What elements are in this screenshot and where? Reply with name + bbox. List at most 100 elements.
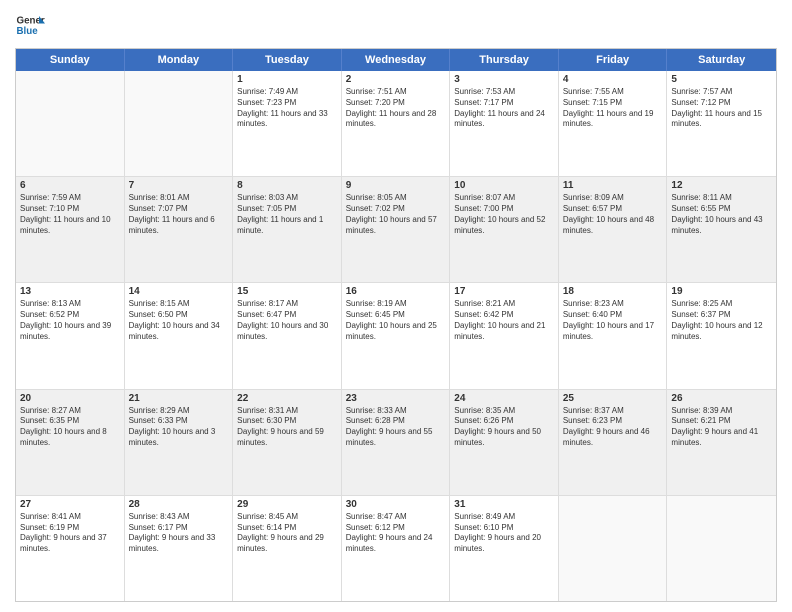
- day-number: 30: [346, 499, 446, 510]
- day-number: 22: [237, 393, 337, 404]
- day-number: 13: [20, 286, 120, 297]
- cell-info: Sunrise: 8:31 AM Sunset: 6:30 PM Dayligh…: [237, 406, 337, 449]
- cell-info: Sunrise: 8:39 AM Sunset: 6:21 PM Dayligh…: [671, 406, 772, 449]
- calendar-row-2: 13 Sunrise: 8:13 AM Sunset: 6:52 PM Dayli…: [16, 283, 776, 389]
- svg-text:Blue: Blue: [17, 26, 39, 37]
- day-number: 19: [671, 286, 772, 297]
- weekday-header-tuesday: Tuesday: [233, 49, 342, 71]
- calendar-cell: 20 Sunrise: 8:27 AM Sunset: 6:35 PM Dayli…: [16, 390, 125, 495]
- calendar-cell: 3 Sunrise: 7:53 AM Sunset: 7:17 PM Daylig…: [450, 71, 559, 176]
- day-number: 4: [563, 74, 663, 85]
- day-number: 10: [454, 180, 554, 191]
- cell-info: Sunrise: 7:53 AM Sunset: 7:17 PM Dayligh…: [454, 87, 554, 130]
- calendar-cell: [559, 496, 668, 601]
- cell-info: Sunrise: 8:43 AM Sunset: 6:17 PM Dayligh…: [129, 512, 229, 555]
- calendar-row-1: 6Sunrise: 7:59 AM Sunset: 7:10 PM Daylig…: [16, 177, 776, 283]
- day-number: 16: [346, 286, 446, 297]
- cell-info: Sunrise: 8:27 AM Sunset: 6:35 PM Dayligh…: [20, 406, 120, 449]
- calendar-cell: 8Sunrise: 8:03 AM Sunset: 7:05 PM Daylig…: [233, 177, 342, 282]
- day-number: 9: [346, 180, 446, 191]
- day-number: 26: [671, 393, 772, 404]
- calendar-cell: 28 Sunrise: 8:43 AM Sunset: 6:17 PM Dayli…: [125, 496, 234, 601]
- cell-info: Sunrise: 8:47 AM Sunset: 6:12 PM Dayligh…: [346, 512, 446, 555]
- day-number: 24: [454, 393, 554, 404]
- day-number: 23: [346, 393, 446, 404]
- calendar-cell: 5 Sunrise: 7:57 AM Sunset: 7:12 PM Daylig…: [667, 71, 776, 176]
- weekday-header-friday: Friday: [559, 49, 668, 71]
- calendar-cell: 13 Sunrise: 8:13 AM Sunset: 6:52 PM Dayli…: [16, 283, 125, 388]
- calendar-cell: 17Sunrise: 8:21 AM Sunset: 6:42 PM Dayli…: [450, 283, 559, 388]
- day-number: 8: [237, 180, 337, 191]
- calendar-cell: [667, 496, 776, 601]
- calendar-cell: 9 Sunrise: 8:05 AM Sunset: 7:02 PM Daylig…: [342, 177, 451, 282]
- cell-info: Sunrise: 7:59 AM Sunset: 7:10 PM Dayligh…: [20, 193, 120, 236]
- calendar-cell: 6Sunrise: 7:59 AM Sunset: 7:10 PM Daylig…: [16, 177, 125, 282]
- day-number: 11: [563, 180, 663, 191]
- calendar-cell: [16, 71, 125, 176]
- cell-info: Sunrise: 8:37 AM Sunset: 6:23 PM Dayligh…: [563, 406, 663, 449]
- cell-info: Sunrise: 8:29 AM Sunset: 6:33 PM Dayligh…: [129, 406, 229, 449]
- header: General Blue: [15, 10, 777, 40]
- day-number: 29: [237, 499, 337, 510]
- cell-info: Sunrise: 7:51 AM Sunset: 7:20 PM Dayligh…: [346, 87, 446, 130]
- calendar-cell: 25 Sunrise: 8:37 AM Sunset: 6:23 PM Dayli…: [559, 390, 668, 495]
- calendar-cell: 22 Sunrise: 8:31 AM Sunset: 6:30 PM Dayli…: [233, 390, 342, 495]
- page: General Blue SundayMondayTuesdayWednesda…: [0, 0, 792, 612]
- day-number: 25: [563, 393, 663, 404]
- day-number: 20: [20, 393, 120, 404]
- calendar-cell: [125, 71, 234, 176]
- calendar-header: SundayMondayTuesdayWednesdayThursdayFrid…: [16, 49, 776, 71]
- calendar-cell: 18Sunrise: 8:23 AM Sunset: 6:40 PM Dayli…: [559, 283, 668, 388]
- day-number: 28: [129, 499, 229, 510]
- cell-info: Sunrise: 8:05 AM Sunset: 7:02 PM Dayligh…: [346, 193, 446, 236]
- calendar-row-0: 1Sunrise: 7:49 AM Sunset: 7:23 PM Daylig…: [16, 71, 776, 177]
- cell-info: Sunrise: 8:01 AM Sunset: 7:07 PM Dayligh…: [129, 193, 229, 236]
- day-number: 12: [671, 180, 772, 191]
- calendar-cell: 7 Sunrise: 8:01 AM Sunset: 7:07 PM Daylig…: [125, 177, 234, 282]
- day-number: 7: [129, 180, 229, 191]
- calendar-cell: 26 Sunrise: 8:39 AM Sunset: 6:21 PM Dayli…: [667, 390, 776, 495]
- day-number: 31: [454, 499, 554, 510]
- calendar-cell: 16 Sunrise: 8:19 AM Sunset: 6:45 PM Dayli…: [342, 283, 451, 388]
- weekday-header-monday: Monday: [125, 49, 234, 71]
- day-number: 3: [454, 74, 554, 85]
- cell-info: Sunrise: 8:45 AM Sunset: 6:14 PM Dayligh…: [237, 512, 337, 555]
- calendar-cell: 2Sunrise: 7:51 AM Sunset: 7:20 PM Daylig…: [342, 71, 451, 176]
- cell-info: Sunrise: 8:41 AM Sunset: 6:19 PM Dayligh…: [20, 512, 120, 555]
- cell-info: Sunrise: 8:35 AM Sunset: 6:26 PM Dayligh…: [454, 406, 554, 449]
- day-number: 21: [129, 393, 229, 404]
- day-number: 27: [20, 499, 120, 510]
- cell-info: Sunrise: 8:15 AM Sunset: 6:50 PM Dayligh…: [129, 299, 229, 342]
- cell-info: Sunrise: 8:33 AM Sunset: 6:28 PM Dayligh…: [346, 406, 446, 449]
- calendar-row-3: 20 Sunrise: 8:27 AM Sunset: 6:35 PM Dayli…: [16, 390, 776, 496]
- calendar-cell: 31 Sunrise: 8:49 AM Sunset: 6:10 PM Dayli…: [450, 496, 559, 601]
- cell-info: Sunrise: 8:49 AM Sunset: 6:10 PM Dayligh…: [454, 512, 554, 555]
- calendar-cell: 12Sunrise: 8:11 AM Sunset: 6:55 PM Dayli…: [667, 177, 776, 282]
- calendar-cell: 15Sunrise: 8:17 AM Sunset: 6:47 PM Dayli…: [233, 283, 342, 388]
- calendar-cell: 21 Sunrise: 8:29 AM Sunset: 6:33 PM Dayli…: [125, 390, 234, 495]
- logo-icon: General Blue: [15, 10, 45, 40]
- cell-info: Sunrise: 8:19 AM Sunset: 6:45 PM Dayligh…: [346, 299, 446, 342]
- cell-info: Sunrise: 8:07 AM Sunset: 7:00 PM Dayligh…: [454, 193, 554, 236]
- cell-info: Sunrise: 8:17 AM Sunset: 6:47 PM Dayligh…: [237, 299, 337, 342]
- calendar: SundayMondayTuesdayWednesdayThursdayFrid…: [15, 48, 777, 602]
- calendar-cell: 24 Sunrise: 8:35 AM Sunset: 6:26 PM Dayli…: [450, 390, 559, 495]
- cell-info: Sunrise: 8:23 AM Sunset: 6:40 PM Dayligh…: [563, 299, 663, 342]
- calendar-cell: 29 Sunrise: 8:45 AM Sunset: 6:14 PM Dayli…: [233, 496, 342, 601]
- cell-info: Sunrise: 8:21 AM Sunset: 6:42 PM Dayligh…: [454, 299, 554, 342]
- calendar-cell: 27 Sunrise: 8:41 AM Sunset: 6:19 PM Dayli…: [16, 496, 125, 601]
- day-number: 5: [671, 74, 772, 85]
- calendar-cell: 1Sunrise: 7:49 AM Sunset: 7:23 PM Daylig…: [233, 71, 342, 176]
- calendar-cell: 14 Sunrise: 8:15 AM Sunset: 6:50 PM Dayli…: [125, 283, 234, 388]
- calendar-cell: 10 Sunrise: 8:07 AM Sunset: 7:00 PM Dayli…: [450, 177, 559, 282]
- day-number: 1: [237, 74, 337, 85]
- day-number: 14: [129, 286, 229, 297]
- calendar-cell: 4 Sunrise: 7:55 AM Sunset: 7:15 PM Daylig…: [559, 71, 668, 176]
- cell-info: Sunrise: 7:57 AM Sunset: 7:12 PM Dayligh…: [671, 87, 772, 130]
- cell-info: Sunrise: 7:55 AM Sunset: 7:15 PM Dayligh…: [563, 87, 663, 130]
- cell-info: Sunrise: 8:09 AM Sunset: 6:57 PM Dayligh…: [563, 193, 663, 236]
- calendar-row-4: 27 Sunrise: 8:41 AM Sunset: 6:19 PM Dayli…: [16, 496, 776, 601]
- calendar-cell: 30 Sunrise: 8:47 AM Sunset: 6:12 PM Dayli…: [342, 496, 451, 601]
- cell-info: Sunrise: 8:13 AM Sunset: 6:52 PM Dayligh…: [20, 299, 120, 342]
- calendar-cell: 23 Sunrise: 8:33 AM Sunset: 6:28 PM Dayli…: [342, 390, 451, 495]
